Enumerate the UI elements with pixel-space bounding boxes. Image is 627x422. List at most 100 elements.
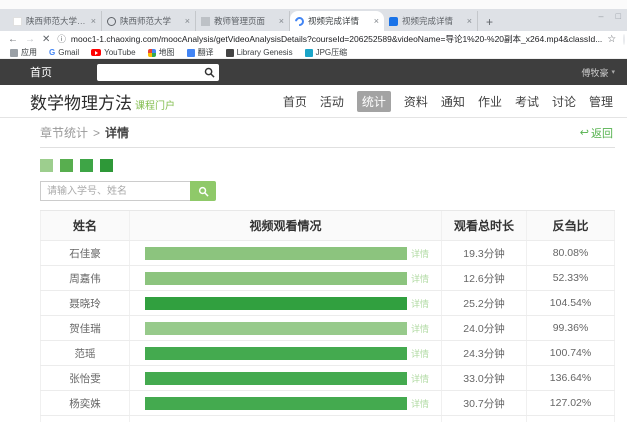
- student-search-button[interactable]: [190, 181, 216, 201]
- tab-materials[interactable]: 资料: [404, 93, 428, 110]
- course-header: 数学物理方法 课程门户 首页 活动 统计 资料 通知 作业 考试 讨论 管理: [0, 85, 627, 118]
- tab-discussion[interactable]: 讨论: [552, 93, 576, 110]
- tab-home[interactable]: 首页: [283, 93, 307, 110]
- tab-close-icon[interactable]: ×: [467, 16, 472, 26]
- video-watch-table: 姓名 视频观看情况 观看总时长 反刍比 石佳豪 详情 19.3分钟 80.08%…: [40, 210, 615, 422]
- tab-notifications[interactable]: 通知: [441, 93, 465, 110]
- legend-swatch-2: [60, 159, 73, 172]
- minimize-button[interactable]: –: [599, 11, 604, 21]
- maps-icon: [148, 49, 156, 57]
- window-controls: – □: [599, 11, 621, 21]
- page-favicon: [201, 17, 210, 26]
- breadcrumb-chapter-stats[interactable]: 章节统计: [40, 124, 88, 141]
- legend-swatch-3: [80, 159, 93, 172]
- tab-close-icon[interactable]: ×: [91, 16, 96, 26]
- address-bar[interactable]: ⓘ mooc1-1.chaoxing.com/moocAnalysis/getV…: [57, 33, 616, 45]
- jpg-compress-icon: [305, 49, 313, 57]
- detail-link[interactable]: 详情: [411, 247, 429, 260]
- rumination-ratio: 99.36%: [527, 316, 615, 340]
- student-search-input[interactable]: [40, 181, 190, 201]
- apps-grid-icon: [10, 49, 18, 57]
- back-arrow-icon: ↩: [580, 126, 589, 139]
- watch-duration: 24.0分钟: [442, 316, 527, 340]
- tab-video-detail-2[interactable]: 视频完成详情 ×: [384, 11, 478, 31]
- library-genesis-icon: [226, 49, 234, 57]
- site-search-input[interactable]: [97, 64, 219, 81]
- detail-link[interactable]: 详情: [411, 397, 429, 410]
- watch-progress-bar: [145, 397, 407, 410]
- student-name: 范瑶: [40, 341, 130, 365]
- back-button[interactable]: ←: [8, 34, 18, 45]
- tab-close-icon[interactable]: ×: [374, 16, 379, 26]
- table-row: 周嘉伟 详情 12.6分钟 52.33%: [40, 266, 615, 291]
- table-row: 范瑶 详情 24.3分钟 100.74%: [40, 341, 615, 366]
- course-nav: 首页 活动 统计 资料 通知 作业 考试 讨论 管理: [283, 91, 613, 112]
- legend-swatch-1: [40, 159, 53, 172]
- tab-title: 陕西师范大学: [120, 15, 181, 27]
- tab-close-icon[interactable]: ×: [185, 16, 190, 26]
- detail-link[interactable]: 详情: [411, 322, 429, 335]
- stop-button[interactable]: ✕: [42, 34, 50, 45]
- legend-swatch-4: [100, 159, 113, 172]
- page-info-icon[interactable]: ⓘ: [57, 33, 66, 45]
- tab-university[interactable]: 陕西师范大学 ×: [102, 11, 196, 31]
- table-row: 石佳豪 详情 19.3分钟 80.08%: [40, 241, 615, 266]
- tab-video-detail-active[interactable]: 视频完成详情 ×: [290, 11, 384, 31]
- window-title-bar: [0, 0, 627, 9]
- loading-spinner-icon: [293, 15, 306, 28]
- detail-link[interactable]: 详情: [411, 372, 429, 385]
- bookmark-gmail[interactable]: G Gmail: [49, 48, 79, 57]
- rumination-ratio: 136.64%: [527, 366, 615, 390]
- chevron-down-icon: ▾: [611, 68, 615, 76]
- watch-duration: 19.3分钟: [442, 241, 527, 265]
- student-name: 贺佳瑞: [40, 316, 130, 340]
- bookmark-translate[interactable]: 翻译: [187, 47, 214, 58]
- blank-favicon: [13, 17, 22, 26]
- watch-duration: 33.0分钟: [442, 366, 527, 390]
- site-top-nav: 首页 傅牧豪 ▾: [0, 59, 627, 85]
- bookmark-maps[interactable]: 地图: [148, 47, 175, 58]
- user-menu[interactable]: 傅牧豪 ▾: [581, 66, 615, 79]
- student-name: 周嘉伟: [40, 266, 130, 290]
- bookmark-jpg[interactable]: JPG压缩: [305, 47, 348, 58]
- header-name: 姓名: [40, 211, 130, 240]
- main-content: 章节统计 > 详情 ↩ 返回 姓名: [0, 118, 627, 422]
- detail-link[interactable]: 详情: [411, 297, 429, 310]
- globe-favicon: [107, 17, 116, 26]
- breadcrumb-separator: >: [93, 126, 100, 140]
- bookmark-star-icon[interactable]: ☆: [607, 34, 616, 45]
- header-watch: 视频观看情况: [130, 211, 442, 240]
- student-name: 杨奕姝: [40, 391, 130, 415]
- tab-manage[interactable]: 管理: [589, 93, 613, 110]
- table-row: 张怡雯 详情 33.0分钟 136.64%: [40, 366, 615, 391]
- tab-school-platform[interactable]: 陕西师范大学网络教学平 ×: [8, 11, 102, 31]
- maximize-button[interactable]: □: [616, 11, 621, 21]
- back-link[interactable]: ↩ 返回: [580, 125, 613, 141]
- course-portal-link[interactable]: 课程门户: [135, 97, 175, 112]
- rumination-ratio: 80.08%: [527, 241, 615, 265]
- new-tab-button[interactable]: +: [478, 15, 501, 31]
- detail-link[interactable]: 详情: [411, 347, 429, 360]
- forward-button[interactable]: →: [25, 34, 35, 45]
- bookmark-apps[interactable]: 应用: [10, 47, 37, 58]
- tab-statistics[interactable]: 统计: [357, 91, 391, 112]
- profile-avatar[interactable]: [623, 34, 625, 45]
- tab-teacher-admin[interactable]: 教师管理页面 ×: [196, 11, 290, 31]
- search-icon: [204, 67, 215, 78]
- table-header-row: 姓名 视频观看情况 观看总时长 反刍比: [40, 211, 615, 241]
- watch-duration: 12.6分钟: [442, 266, 527, 290]
- tab-exams[interactable]: 考试: [515, 93, 539, 110]
- doc-favicon: [389, 17, 398, 26]
- browser-window: 陕西师范大学网络教学平 × 陕西师范大学 × 教师管理页面 × 视频完成详情 ×…: [0, 0, 627, 422]
- site-home-link[interactable]: 首页: [30, 64, 52, 80]
- detail-link[interactable]: 详情: [411, 272, 429, 285]
- tab-activity[interactable]: 活动: [320, 93, 344, 110]
- student-name: [40, 416, 130, 422]
- watch-duration: 25.2分钟: [442, 291, 527, 315]
- bookmark-youtube[interactable]: YouTube: [91, 48, 135, 57]
- bookmark-libgen[interactable]: Library Genesis: [226, 48, 293, 57]
- tab-title: 视频完成详情: [308, 15, 370, 27]
- tab-close-icon[interactable]: ×: [279, 16, 284, 26]
- rumination-ratio: 52.33%: [527, 266, 615, 290]
- tab-homework[interactable]: 作业: [478, 93, 502, 110]
